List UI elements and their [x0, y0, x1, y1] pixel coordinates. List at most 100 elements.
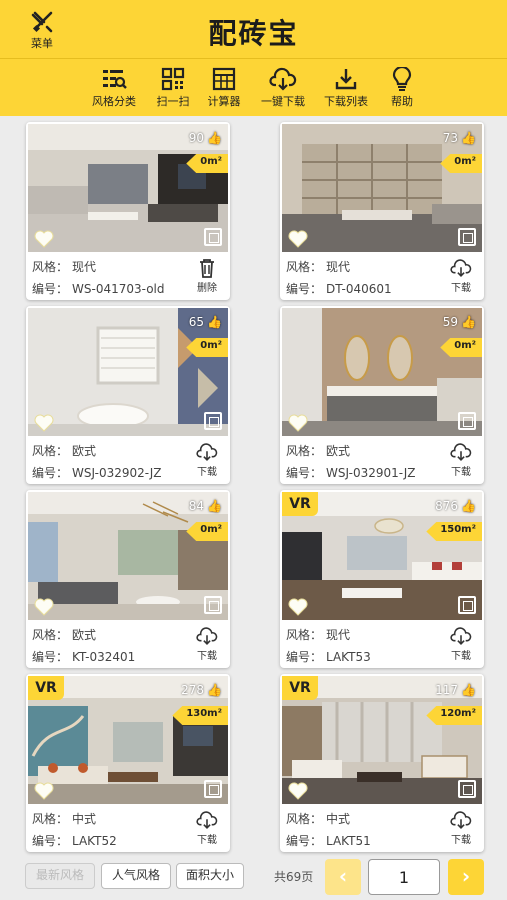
page-number-input[interactable]: [368, 859, 440, 895]
scene-photo[interactable]: VR 117 👍 120m²: [282, 676, 482, 804]
action-label: 下载: [197, 651, 217, 662]
sort-area-button[interactable]: 面积大小: [176, 863, 244, 889]
tool-download-list[interactable]: 下载列表: [320, 67, 372, 109]
download-button[interactable]: 下载: [446, 258, 476, 294]
vr-badge[interactable]: VR: [28, 676, 64, 700]
sort-newest-button[interactable]: 最新风格: [25, 863, 95, 889]
calculator-icon: [212, 67, 236, 91]
heart-icon[interactable]: [288, 230, 308, 248]
likes-count: 278 👍: [181, 683, 222, 697]
delete-button[interactable]: 删除: [192, 258, 222, 294]
code-value: WSJ-032902-JZ: [72, 466, 162, 480]
heart-icon[interactable]: [34, 230, 54, 248]
style-label: 风格：: [286, 812, 323, 826]
style-label: 风格：: [32, 628, 69, 642]
scene-photo[interactable]: 90 👍 0m²: [28, 124, 228, 252]
code-value: WS-041703-old: [72, 282, 165, 296]
tool-style-filter[interactable]: 风格分类: [88, 67, 140, 109]
sort-popular-button[interactable]: 人气风格: [101, 863, 171, 889]
code-label: 编号：: [32, 466, 69, 480]
code-label: 编号：: [286, 466, 323, 480]
style-value: 中式: [326, 812, 351, 826]
cloud-download-icon: [450, 259, 472, 277]
scene-photo[interactable]: 59 👍 0m²: [282, 308, 482, 436]
heart-icon[interactable]: [34, 414, 54, 432]
likes-value: 876: [435, 499, 459, 513]
fullscreen-icon[interactable]: [458, 412, 476, 430]
tool-help[interactable]: 帮助: [386, 67, 418, 109]
style-value: 欧式: [72, 628, 97, 642]
heart-icon[interactable]: [288, 782, 308, 800]
heart-icon[interactable]: [34, 782, 54, 800]
download-button[interactable]: 下载: [192, 442, 222, 478]
scene-card[interactable]: VR 117 👍 120m² 风格： 中式 编号： LAKT51 下载: [280, 674, 484, 852]
code-value: LAKT53: [326, 650, 371, 664]
cloud-download-icon: [196, 443, 218, 461]
bottom-bar: 最新风格 人气风格 面积大小 共69页 ‹ ›: [0, 856, 507, 900]
tool-scan[interactable]: 扫一扫: [153, 67, 193, 109]
tool-one-click-download[interactable]: 一键下载: [257, 67, 309, 109]
area-badge: 120m²: [426, 706, 482, 725]
thumbs-up-icon[interactable]: 👍: [207, 683, 222, 697]
fullscreen-icon[interactable]: [204, 780, 222, 798]
fullscreen-icon[interactable]: [458, 596, 476, 614]
fullscreen-icon[interactable]: [204, 228, 222, 246]
vr-badge[interactable]: VR: [282, 492, 318, 516]
fullscreen-icon[interactable]: [204, 412, 222, 430]
tool-label: 扫一扫: [156, 95, 190, 108]
thumbs-up-icon[interactable]: 👍: [461, 499, 476, 513]
scene-card[interactable]: 84 👍 0m² 风格： 欧式 编号： KT-032401 下载: [26, 490, 230, 668]
scene-photo[interactable]: 84 👍 0m²: [28, 492, 228, 620]
total-pages: 共69页: [274, 870, 314, 884]
code-value: WSJ-032901-JZ: [326, 466, 416, 480]
trash-icon: [200, 259, 214, 278]
code-value: LAKT52: [72, 834, 117, 848]
scene-card[interactable]: 59 👍 0m² 风格： 欧式 编号： WSJ-032901-JZ 下载: [280, 306, 484, 484]
scene-card[interactable]: VR 876 👍 150m² 风格： 现代 编号： LAKT53 下载: [280, 490, 484, 668]
scene-photo[interactable]: VR 876 👍 150m²: [282, 492, 482, 620]
likes-value: 59: [442, 315, 459, 329]
thumbs-up-icon[interactable]: 👍: [207, 499, 222, 513]
prev-page-button[interactable]: ‹: [325, 859, 361, 895]
scene-info: 风格： 现代 编号： LAKT53: [286, 624, 371, 668]
likes-value: 73: [442, 131, 459, 145]
download-button[interactable]: 下载: [446, 442, 476, 478]
fullscreen-icon[interactable]: [458, 228, 476, 246]
scene-photo[interactable]: 73 👍 0m²: [282, 124, 482, 252]
top-bar: 菜单 配砖宝: [0, 0, 507, 58]
cloud-download-icon: [450, 627, 472, 645]
download-button[interactable]: 下载: [192, 626, 222, 662]
action-label: 下载: [451, 651, 471, 662]
download-button[interactable]: 下载: [446, 810, 476, 846]
action-label: 删除: [197, 283, 217, 294]
scene-card[interactable]: 90 👍 0m² 风格： 现代 编号： WS-041703-old 删除: [26, 122, 230, 300]
tool-calculator[interactable]: 计算器: [204, 67, 244, 109]
thumbs-up-icon[interactable]: 👍: [461, 683, 476, 697]
scene-card[interactable]: 73 👍 0m² 风格： 现代 编号： DT-040601 下载: [280, 122, 484, 300]
fullscreen-icon[interactable]: [204, 596, 222, 614]
heart-icon[interactable]: [288, 598, 308, 616]
thumbs-up-icon[interactable]: 👍: [461, 131, 476, 145]
heart-icon[interactable]: [34, 598, 54, 616]
scene-card[interactable]: 65 👍 0m² 风格： 欧式 编号： WSJ-032902-JZ 下载: [26, 306, 230, 484]
code-value: KT-032401: [72, 650, 136, 664]
scene-card[interactable]: VR 278 👍 130m² 风格： 中式 编号： LAKT52 下载: [26, 674, 230, 852]
download-button[interactable]: 下载: [446, 626, 476, 662]
action-label: 下载: [451, 835, 471, 846]
thumbs-up-icon[interactable]: 👍: [461, 315, 476, 329]
next-page-button[interactable]: ›: [448, 859, 484, 895]
action-label: 下载: [197, 467, 217, 478]
vr-badge[interactable]: VR: [282, 676, 318, 700]
scene-photo[interactable]: 65 👍 0m²: [28, 308, 228, 436]
style-label: 风格：: [32, 812, 69, 826]
heart-icon[interactable]: [288, 414, 308, 432]
scene-photo[interactable]: VR 278 👍 130m²: [28, 676, 228, 804]
style-value: 欧式: [326, 444, 351, 458]
tool-label: 风格分类: [92, 95, 136, 108]
fullscreen-icon[interactable]: [458, 780, 476, 798]
thumbs-up-icon[interactable]: 👍: [207, 315, 222, 329]
download-button[interactable]: 下载: [192, 810, 222, 846]
action-label: 下载: [197, 835, 217, 846]
likes-count: 90 👍: [189, 131, 222, 145]
thumbs-up-icon[interactable]: 👍: [207, 131, 222, 145]
